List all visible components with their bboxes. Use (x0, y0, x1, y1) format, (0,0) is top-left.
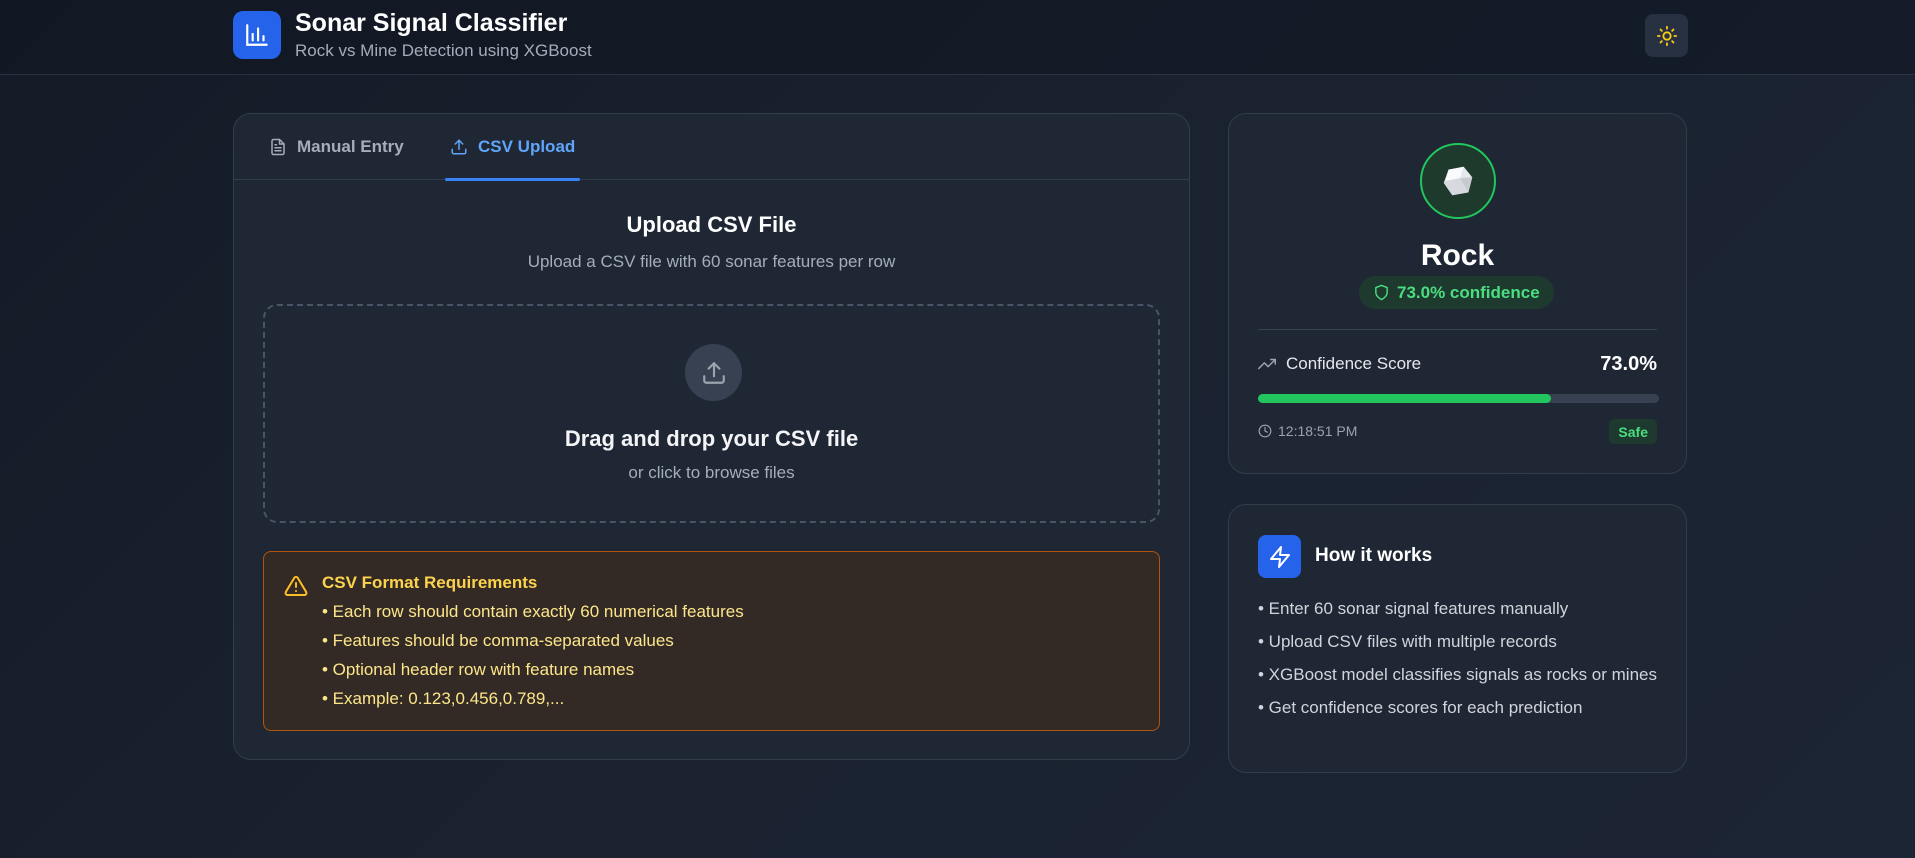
document-icon (271, 138, 285, 156)
prediction-result-card: Rock 73.0% confidence Confidence Score 7… (1228, 113, 1687, 474)
upload-icon (685, 344, 742, 401)
how-it-works-list: • Enter 60 sonar signal features manuall… (1258, 597, 1658, 729)
how-it-works-title: How it works (1315, 545, 1433, 566)
confidence-score-label: Confidence Score (1258, 354, 1421, 374)
lightning-icon (1258, 535, 1301, 578)
confidence-score-value: 73.0% (1600, 353, 1657, 375)
divider (1258, 329, 1657, 330)
how-it-works-card: How it works • Enter 60 sonar signal fea… (1228, 504, 1687, 773)
csv-dropzone[interactable]: Drag and drop your CSV file or click to … (263, 304, 1160, 523)
list-item: • Upload CSV files with multiple records (1258, 632, 1557, 651)
warning-icon (284, 575, 308, 596)
confidence-text: 73.0% confidence (1397, 282, 1540, 302)
timestamp-text: 12:18:51 PM (1278, 423, 1358, 439)
requirements-title: CSV Format Requirements (322, 573, 538, 592)
list-item: • Get confidence scores for each predict… (1258, 698, 1583, 717)
confidence-badge: 73.0% confidence (1359, 276, 1554, 309)
tab-label: CSV Upload (478, 137, 576, 156)
theme-toggle-button[interactable] (1645, 14, 1688, 57)
requirements-list: • Each row should contain exactly 60 num… (322, 602, 744, 718)
prediction-timestamp: 12:18:51 PM (1258, 423, 1357, 439)
confidence-progress-fill (1258, 394, 1551, 403)
list-item: • Each row should contain exactly 60 num… (322, 602, 744, 621)
prediction-label: Rock (1420, 239, 1495, 272)
status-badge: Safe (1609, 419, 1657, 444)
clock-icon (1258, 424, 1272, 438)
list-item: • Example: 0.123,0.456,0.789,... (322, 689, 565, 708)
upload-description: Upload a CSV file with 60 sonar features… (527, 252, 896, 271)
input-panel: Manual Entry CSV Upload Upload CSV File … (233, 113, 1190, 760)
app-subtitle: Rock vs Mine Detection using XGBoost (295, 41, 592, 60)
rock-icon (1420, 143, 1496, 219)
browse-files-hint: or click to browse files (628, 463, 795, 482)
list-item: • XGBoost model classifies signals as ro… (1258, 665, 1657, 684)
bar-chart-icon (233, 11, 281, 59)
app-title: Sonar Signal Classifier (295, 9, 568, 37)
list-item: • Optional header row with feature names (322, 660, 635, 679)
shield-icon (1375, 284, 1388, 301)
csv-requirements-notice: CSV Format Requirements • Each row shoul… (263, 551, 1160, 731)
tab-csv-upload[interactable]: CSV Upload (445, 114, 581, 181)
input-tabs: Manual Entry CSV Upload (234, 114, 1189, 181)
list-item: • Enter 60 sonar signal features manuall… (1258, 599, 1569, 618)
trending-up-icon (1258, 358, 1276, 370)
drop-title: Drag and drop your CSV file (564, 426, 859, 451)
list-item: • Features should be comma-separated val… (322, 631, 674, 650)
app-header: Sonar Signal Classifier Rock vs Mine Det… (0, 0, 1915, 75)
confidence-progress-bar (1258, 394, 1659, 403)
tab-manual-entry[interactable]: Manual Entry (269, 114, 404, 180)
upload-title: Upload CSV File (626, 212, 797, 237)
upload-icon (451, 139, 467, 155)
tab-label: Manual Entry (297, 137, 404, 156)
score-label-text: Confidence Score (1286, 354, 1422, 373)
sun-icon (1656, 25, 1677, 46)
